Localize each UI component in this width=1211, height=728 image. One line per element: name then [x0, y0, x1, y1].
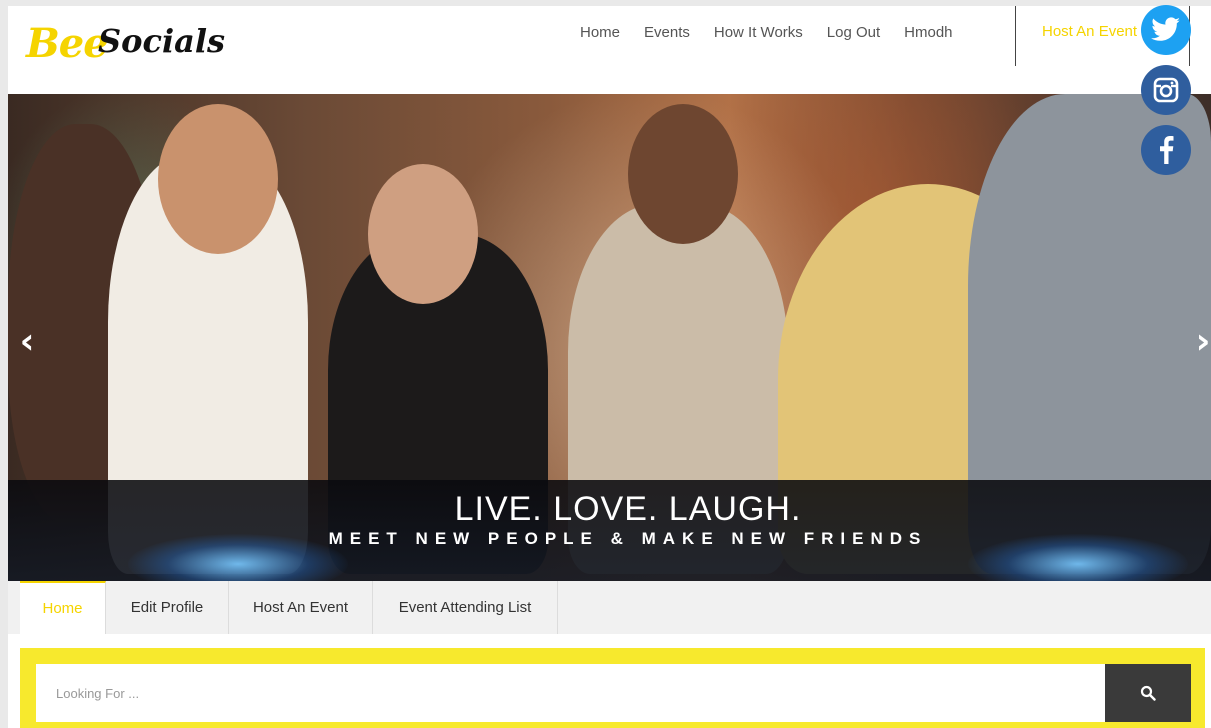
search-icon [1140, 685, 1156, 701]
nav-divider [1015, 6, 1016, 66]
instagram-icon [1153, 77, 1179, 103]
carousel-next-arrow-icon[interactable]: › [1188, 322, 1211, 362]
logo-text-bee: Bee [26, 20, 109, 67]
logo-text-socials: Socials [98, 22, 225, 60]
twitter-icon [1151, 17, 1180, 41]
tab-event-attending-list[interactable]: Event Attending List [373, 581, 558, 634]
hero-photo-person [368, 164, 478, 304]
hero-photo-person [158, 104, 278, 254]
facebook-button[interactable] [1141, 125, 1191, 175]
nav-events[interactable]: Events [632, 23, 702, 43]
search-input[interactable] [36, 664, 1107, 722]
twitter-button[interactable] [1141, 5, 1191, 55]
main-nav: Home Events How It Works Log Out Hmodh [568, 23, 965, 43]
hero-subheadline: MEET NEW PEOPLE & MAKE NEW FRIENDS [328, 529, 928, 548]
nav-log-out[interactable]: Log Out [815, 23, 892, 43]
host-an-event-link[interactable]: Host An Event [1042, 23, 1137, 40]
nav-user-hmodh[interactable]: Hmodh [892, 23, 964, 43]
hero-carousel: LIVE. LOVE. LAUGH. MEET NEW PEOPLE & MAK… [8, 94, 1211, 581]
tab-edit-profile[interactable]: Edit Profile [106, 581, 229, 634]
hero-photo-person [628, 104, 738, 244]
hero-headline: LIVE. LOVE. LAUGH. [454, 490, 802, 528]
search-bar [20, 648, 1205, 728]
bee-socials-logo[interactable]: Bee Socials [26, 16, 226, 78]
carousel-prev-arrow-icon[interactable]: ‹ [12, 322, 42, 362]
nav-home[interactable]: Home [568, 23, 632, 43]
profile-tabs: Home Edit Profile Host An Event Event At… [8, 581, 1211, 634]
nav-how-it-works[interactable]: How It Works [702, 23, 815, 43]
search-button[interactable] [1105, 664, 1191, 722]
site-header: Bee Socials Home Events How It Works Log… [8, 6, 1211, 94]
tab-host-an-event[interactable]: Host An Event [229, 581, 373, 634]
instagram-button[interactable] [1141, 65, 1191, 115]
facebook-icon [1160, 136, 1174, 164]
page: Bee Socials Home Events How It Works Log… [8, 6, 1211, 728]
tab-home[interactable]: Home [20, 581, 106, 634]
